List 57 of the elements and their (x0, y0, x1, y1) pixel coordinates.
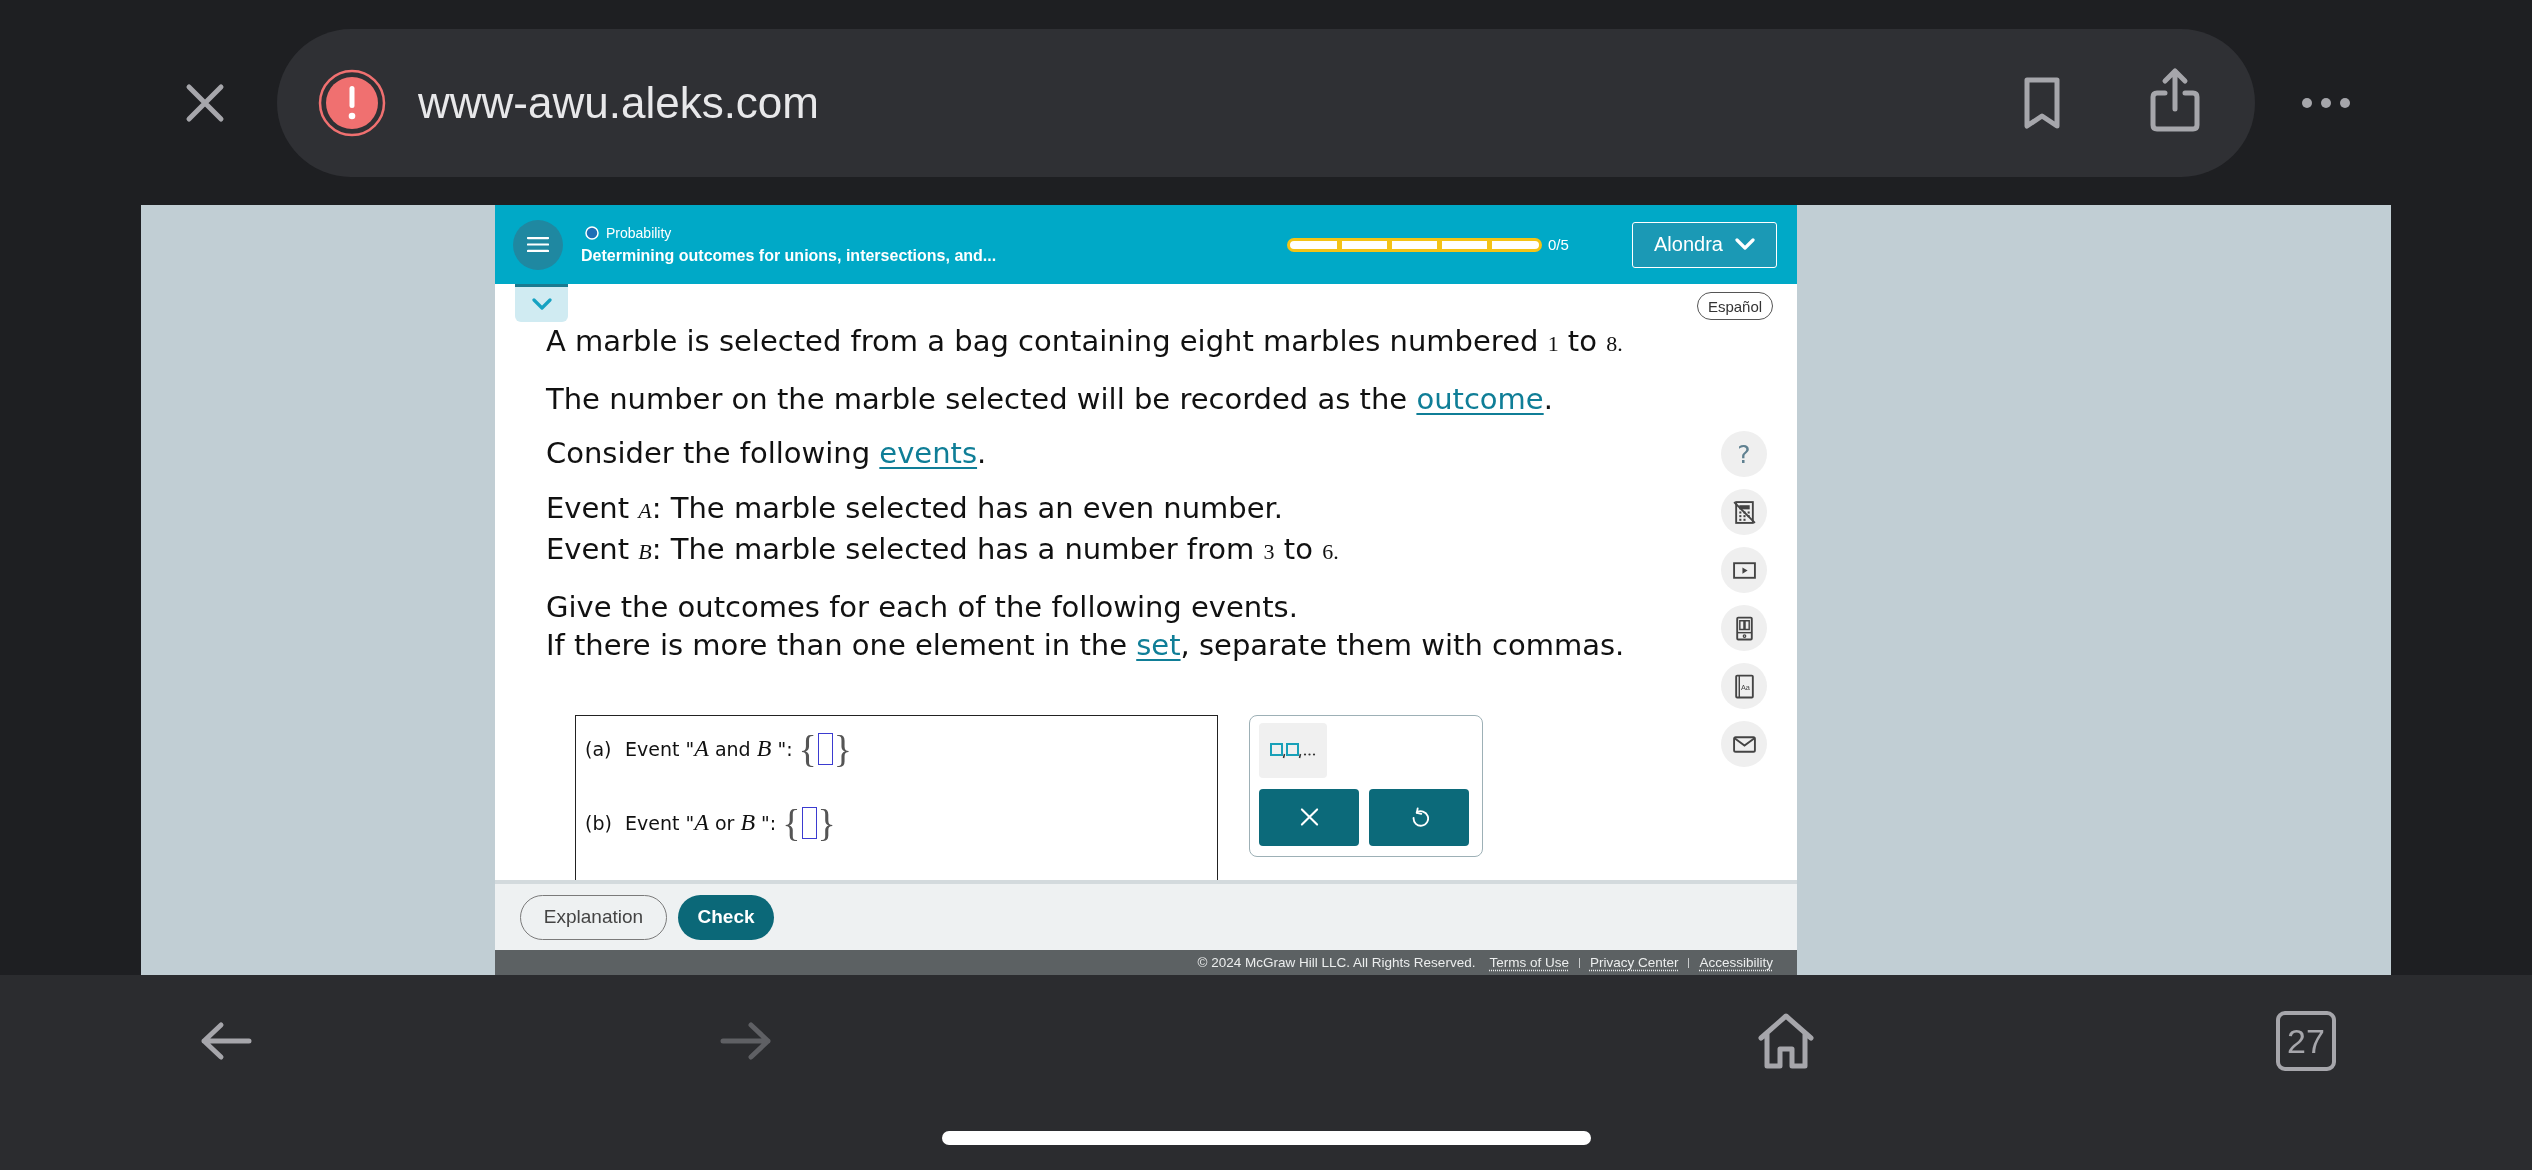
address-bar[interactable]: www-awu.aleks.com (277, 28, 2255, 177)
lesson-title: Determining outcomes for unions, intersections, and... (581, 246, 998, 265)
x-icon (1299, 807, 1319, 827)
answer-box[interactable] (817, 732, 833, 765)
video-button[interactable] (1721, 547, 1767, 593)
question-line: Give the outcomes for each of the following events. (546, 588, 1299, 626)
ebook-button[interactable] (1721, 605, 1767, 651)
glossary-link[interactable]: set (1136, 628, 1181, 662)
circle-icon (585, 225, 599, 240)
collapse-tab[interactable] (515, 284, 568, 322)
open-brace: { (798, 727, 817, 770)
undo-button[interactable] (1369, 788, 1469, 846)
copyright-text: © 2024 McGraw Hill LLC. All Rights Reserved. (1197, 955, 1476, 970)
tabs-button[interactable]: 27 (2276, 1011, 2336, 1071)
back-arrow-icon[interactable] (199, 1021, 253, 1061)
warning-icon[interactable] (318, 68, 386, 137)
menu-button[interactable] (513, 219, 563, 270)
question-line: Event B: The marble selected has a number from 3 to 6. (546, 531, 1340, 568)
more-icon[interactable] (2301, 96, 2351, 109)
item-label: (a) (585, 737, 613, 760)
question-line: A marble is selected from a bag containing eight marbles numbered 1 to 8. (546, 323, 1624, 360)
footer-link[interactable]: Accessibility (1699, 955, 1773, 970)
footer-link[interactable]: Privacy Center (1589, 955, 1679, 970)
mail-button[interactable] (1721, 721, 1767, 767)
calculator-button[interactable] (1721, 489, 1767, 535)
chevron-down-icon (1734, 238, 1755, 251)
explanation-button[interactable]: Explanation (520, 894, 667, 940)
language-button[interactable]: Español (1697, 292, 1773, 320)
glossary-link[interactable]: events (879, 436, 978, 470)
question-line: The number on the marble selected will be recorded as the outcome. (546, 380, 1554, 418)
item-prompt: Event "A or B ": (625, 809, 777, 836)
item-label: (b) (585, 811, 613, 834)
clear-button[interactable] (1259, 788, 1359, 846)
dictionary-button[interactable]: Aa (1721, 663, 1767, 709)
check-button[interactable]: Check (678, 894, 774, 940)
menu-icon (527, 236, 549, 253)
chevron-down-icon (531, 298, 552, 311)
close-icon[interactable] (185, 82, 225, 123)
help-button[interactable]: ? (1721, 431, 1767, 477)
progress-reading: 0/5 (1548, 236, 1570, 253)
user-menu-button[interactable]: Alondra (1632, 221, 1777, 268)
home-icon[interactable] (1756, 1012, 1816, 1070)
topic-label: Probability (606, 224, 672, 241)
bookmark-icon[interactable] (2023, 75, 2061, 130)
footer-link[interactable]: Terms of Use (1489, 955, 1569, 970)
item-prompt: Event "A and B ": (625, 735, 793, 762)
set-template-button[interactable] (1259, 722, 1327, 778)
question-line: Consider the following events. (546, 435, 988, 472)
question-line: If there is more than one element in the set, separate them with commas. (546, 627, 1626, 664)
set-template-icon (1270, 741, 1316, 759)
question-line: Event A: The marble selected has an even number. (546, 489, 1285, 527)
open-brace: { (782, 801, 801, 844)
url-text[interactable]: www-awu.aleks.com (418, 77, 2023, 128)
answer-box[interactable] (801, 806, 817, 839)
glossary-link[interactable]: outcome (1416, 381, 1544, 416)
close-brace: } (833, 727, 853, 770)
close-brace: } (817, 801, 836, 844)
